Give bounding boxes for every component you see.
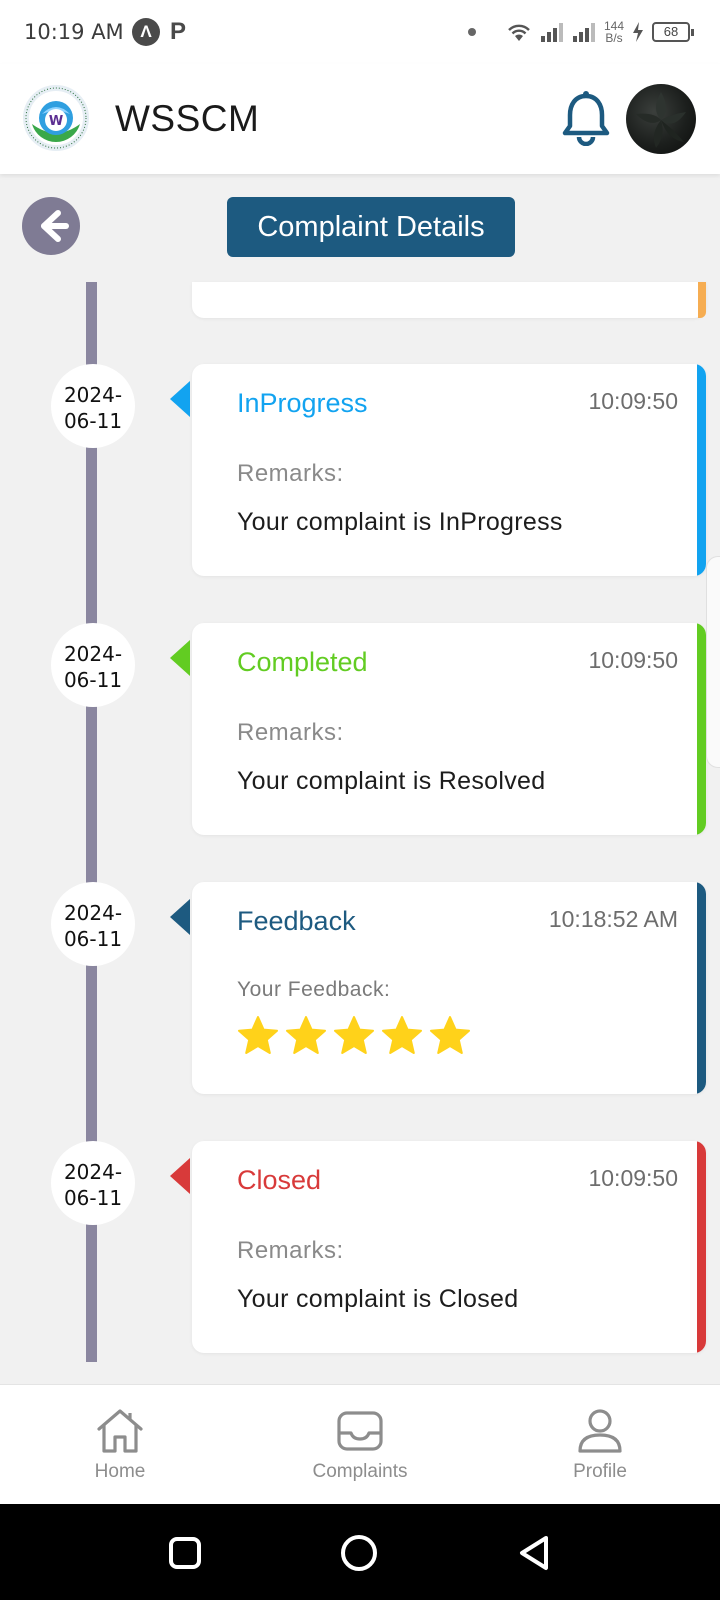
- bell-icon[interactable]: [560, 90, 612, 146]
- nav-complaints-label: Complaints: [312, 1461, 408, 1482]
- system-navigation-bar: [0, 1504, 720, 1600]
- timeline-card-feedback: Feedback 10:18:52 AM Your Feedback:: [192, 882, 706, 1094]
- status-color-strip: [697, 882, 706, 1094]
- status-color-strip: [697, 623, 706, 835]
- date-month-day: 06-11: [63, 668, 123, 692]
- user-icon: [578, 1409, 622, 1453]
- timeline-date: 2024- 06-11: [51, 882, 135, 966]
- remarks-label: Remarks:: [237, 719, 344, 746]
- bottom-navigation: Home Complaints Profile: [0, 1384, 720, 1504]
- avatar[interactable]: [626, 84, 696, 154]
- nav-home[interactable]: Home: [50, 1407, 190, 1483]
- previous-status-card: [192, 282, 706, 318]
- wifi-icon: [508, 24, 530, 41]
- timeline-date: 2024- 06-11: [51, 623, 135, 707]
- notification-p-icon: P: [164, 18, 192, 46]
- nav-profile[interactable]: Profile: [530, 1407, 670, 1483]
- star-icon: [382, 1016, 422, 1054]
- feedback-label: Your Feedback:: [237, 978, 391, 1001]
- status-time: 10:09:50: [588, 388, 678, 414]
- date-year: 2024-: [63, 901, 123, 925]
- signal-1-icon: [540, 23, 563, 42]
- nav-home-label: Home: [94, 1461, 146, 1482]
- timeline-date: 2024- 06-11: [51, 1141, 135, 1225]
- timeline-card-completed: Completed 10:09:50 Remarks: Your complai…: [192, 623, 706, 835]
- date-year: 2024-: [63, 642, 123, 666]
- status-time: 10:18:52 AM: [548, 906, 678, 932]
- home-system-icon[interactable]: [340, 1534, 378, 1572]
- notification-dot-icon: [467, 28, 476, 36]
- status-time: 10:19 AM: [24, 20, 124, 44]
- page-title: Complaint Details: [227, 197, 515, 257]
- net-speed: 144 B/s: [604, 20, 624, 44]
- status-color-strip: [698, 282, 706, 318]
- remarks-text: Your complaint is Closed: [237, 1285, 519, 1313]
- remarks-label: Remarks:: [237, 460, 344, 487]
- status-title: Completed: [237, 647, 368, 677]
- battery-icon: 68: [652, 22, 694, 42]
- app-title: WSSCM: [115, 98, 260, 139]
- app-header: W WSSCM: [0, 64, 720, 174]
- star-icon: [286, 1016, 326, 1054]
- timeline-pointer: [170, 1158, 190, 1194]
- date-year: 2024-: [63, 1160, 123, 1184]
- remarks-text: Your complaint is Resolved: [237, 767, 546, 795]
- notification-a-icon: Λ: [132, 18, 160, 46]
- timeline-date: 2024- 06-11: [51, 364, 135, 448]
- remarks-label: Remarks:: [237, 1237, 344, 1264]
- status-title: Feedback: [237, 906, 356, 936]
- timeline-pointer: [170, 640, 190, 676]
- star-icon: [334, 1016, 374, 1054]
- star-icon: [430, 1016, 470, 1054]
- timeline-pointer: [170, 899, 190, 935]
- status-bar: 10:19 AM Λ P 144 B/s 68: [0, 0, 720, 64]
- date-month-day: 06-11: [63, 409, 123, 433]
- date-month-day: 06-11: [63, 927, 123, 951]
- star-icon: [238, 1016, 278, 1054]
- status-time: 10:09:50: [588, 1165, 678, 1191]
- home-icon: [97, 1409, 143, 1453]
- timeline-card-inprogress: InProgress 10:09:50 Remarks: Your compla…: [192, 364, 706, 576]
- status-indicators: 144 B/s 68: [467, 16, 694, 48]
- recents-icon[interactable]: [168, 1536, 202, 1570]
- signal-2-icon: [572, 23, 595, 42]
- star-rating: [236, 1014, 472, 1058]
- svg-text:W: W: [49, 114, 63, 129]
- nav-complaints[interactable]: Complaints: [290, 1407, 430, 1483]
- date-month-day: 06-11: [63, 1186, 123, 1210]
- status-time: 10:09:50: [588, 647, 678, 673]
- status-color-strip: [697, 364, 706, 576]
- back-button[interactable]: [22, 197, 80, 255]
- date-year: 2024-: [63, 383, 123, 407]
- charging-icon: [633, 22, 643, 42]
- edge-panel-handle[interactable]: [706, 556, 720, 768]
- back-system-icon[interactable]: [516, 1534, 552, 1572]
- net-speed-unit: B/s: [605, 31, 623, 45]
- remarks-text: Your complaint is InProgress: [237, 508, 563, 536]
- status-title: Closed: [237, 1165, 322, 1195]
- inbox-icon: [337, 1411, 383, 1451]
- avatar-image: [636, 92, 686, 148]
- timeline-card-closed: Closed 10:09:50 Remarks: Your complaint …: [192, 1141, 706, 1353]
- nav-profile-label: Profile: [573, 1461, 627, 1482]
- arrow-left-icon: [41, 210, 69, 242]
- status-title: InProgress: [237, 388, 368, 418]
- status-color-strip: [697, 1141, 706, 1353]
- timeline-pointer: [170, 381, 190, 417]
- logo-icon: W: [23, 85, 89, 151]
